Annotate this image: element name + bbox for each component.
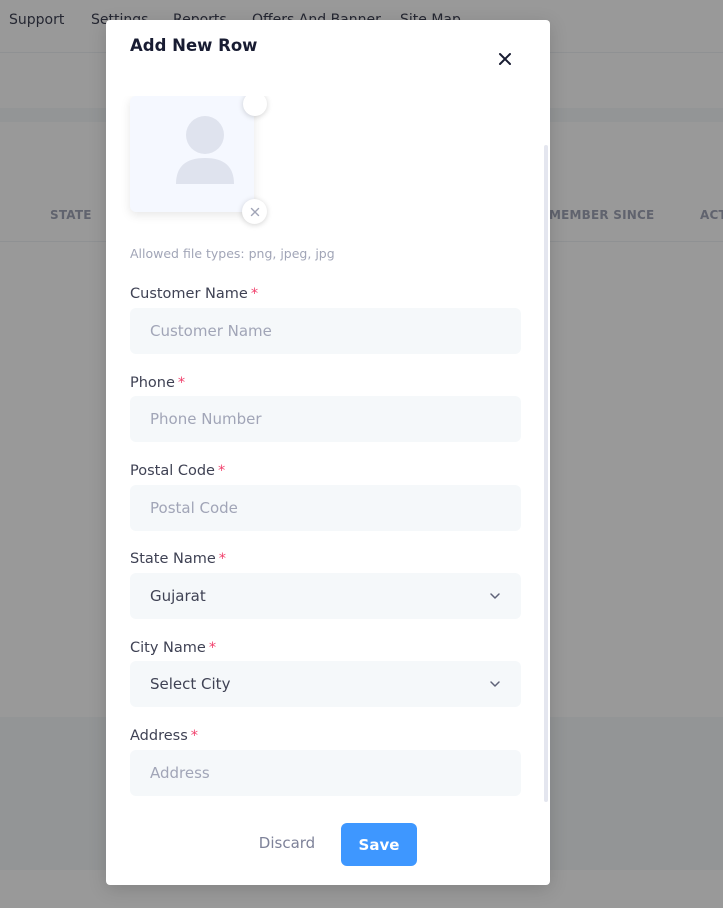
allowed-file-types-hint: Allowed file types: png, jpeg, jpg: [130, 246, 335, 261]
postal-code-input[interactable]: [130, 485, 521, 531]
required-marker: *: [190, 728, 198, 744]
state-name-selected: Gujarat: [150, 587, 206, 605]
state-name-label-text: State Name: [130, 551, 216, 567]
state-name-select[interactable]: Gujarat: [130, 573, 521, 619]
customer-name-label-text: Customer Name: [130, 286, 248, 302]
city-name-label-text: City Name: [130, 640, 206, 656]
required-marker: *: [217, 463, 226, 479]
state-name-label: State Name *: [130, 551, 226, 567]
chevron-down-icon: [490, 681, 500, 687]
customer-name-label: Customer Name *: [130, 286, 258, 302]
phone-label-text: Phone: [130, 375, 175, 391]
address-label-text: Address: [130, 728, 188, 744]
city-name-label: City Name *: [130, 640, 216, 656]
city-name-selected: Select City: [150, 675, 231, 693]
phone-label: Phone *: [130, 375, 185, 391]
chevron-down-icon: [490, 593, 500, 599]
postal-code-label-text: Postal Code: [130, 463, 215, 479]
customer-name-input[interactable]: [130, 308, 521, 354]
address-label: Address *: [130, 728, 198, 744]
add-row-modal: Add New Row Allowed file types: png, jpe…: [106, 20, 550, 885]
postal-code-label: Postal Code *: [130, 463, 225, 479]
city-name-select[interactable]: Select City: [130, 661, 521, 707]
user-placeholder-icon: [176, 116, 234, 184]
required-marker: *: [250, 286, 259, 302]
close-button[interactable]: [494, 48, 516, 70]
address-input[interactable]: [130, 750, 521, 796]
avatar-change-button[interactable]: [243, 96, 267, 116]
modal-title: Add New Row: [130, 36, 258, 55]
modal-body[interactable]: Allowed file types: png, jpeg, jpg Custo…: [106, 96, 550, 799]
remove-icon: [250, 207, 259, 216]
avatar-preview: [130, 96, 254, 212]
discard-button[interactable]: Discard: [256, 832, 318, 854]
required-marker: *: [177, 375, 186, 391]
phone-input[interactable]: [130, 396, 521, 442]
save-button[interactable]: Save: [341, 823, 417, 866]
required-marker: *: [218, 551, 227, 567]
close-icon: [499, 53, 511, 65]
avatar-remove-button[interactable]: [242, 199, 267, 224]
required-marker: *: [208, 640, 217, 656]
modal-scrollbar[interactable]: [544, 145, 548, 802]
